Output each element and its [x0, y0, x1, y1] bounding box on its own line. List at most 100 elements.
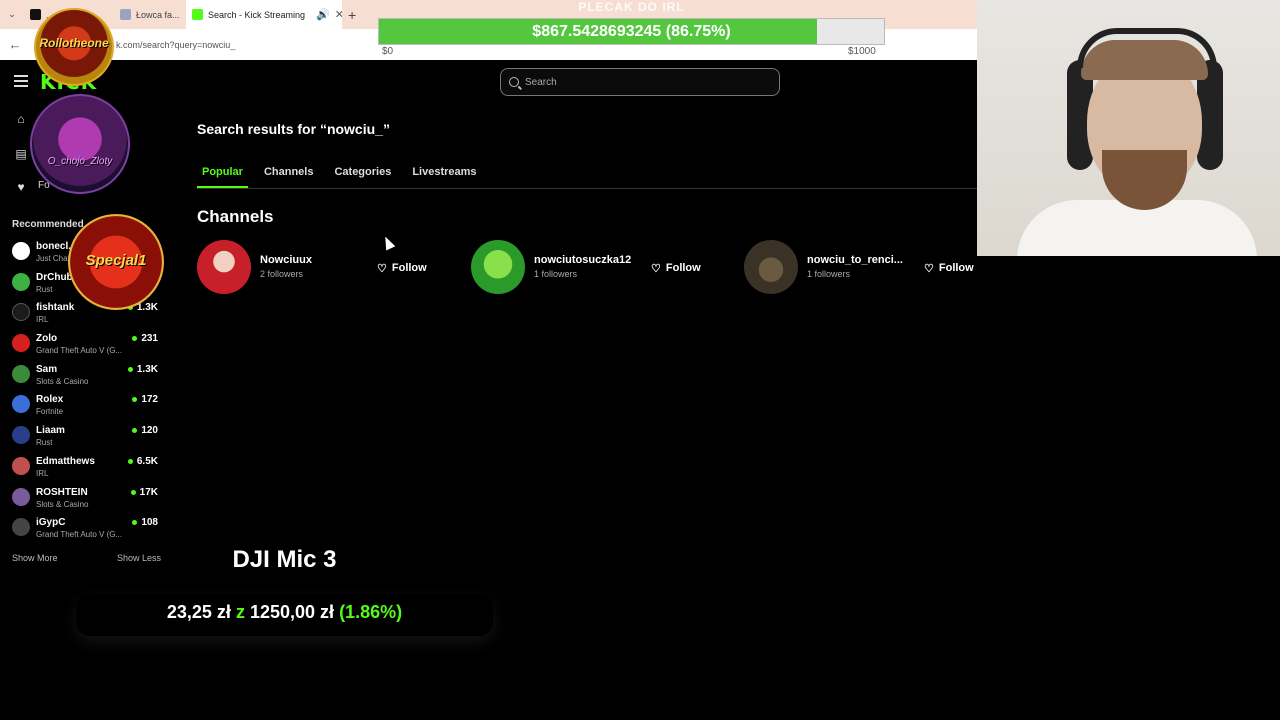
- avatar: [12, 518, 30, 537]
- sidebar-channel[interactable]: Edmatthews IRL 6.5K: [10, 453, 160, 484]
- new-tab-button[interactable]: +: [342, 0, 362, 29]
- viewer-number: 6.5K: [136, 455, 158, 467]
- speaker-icon[interactable]: 🔊: [316, 8, 330, 21]
- sidebar-channel[interactable]: Rolex Fortnite 172: [10, 391, 160, 422]
- goal-title: PLECAK DO IRL: [578, 0, 685, 14]
- sidebar-channel[interactable]: ROSHTEIN Slots & Casino 17K: [10, 484, 160, 515]
- tab-list-button[interactable]: ⌄: [0, 0, 24, 29]
- url-field[interactable]: k.com/search?query=nowciu_: [116, 40, 235, 50]
- live-dot-icon: [132, 520, 138, 526]
- avatar: [12, 426, 30, 445]
- tab-channels[interactable]: Channels: [259, 164, 319, 188]
- follow-button[interactable]: ♡ Follow: [377, 259, 427, 277]
- channel-name[interactable]: Nowciuux: [260, 254, 312, 266]
- heart-icon[interactable]: ♥: [14, 180, 28, 194]
- follow-button[interactable]: ♡ Follow: [924, 259, 974, 277]
- avatar: [12, 303, 30, 322]
- x-logo-icon: [30, 9, 41, 20]
- sidebar-channel[interactable]: iGypC Grand Theft Auto V (G... 108: [10, 514, 160, 545]
- goal-max-label: $1000: [848, 46, 876, 57]
- channel-name[interactable]: nowciutosuczka12: [534, 254, 631, 266]
- search-input[interactable]: [525, 76, 765, 88]
- goal-amount: $867.5428693245 (86.75%): [532, 23, 731, 40]
- live-dot-icon: [132, 397, 138, 403]
- live-dot-icon: [127, 366, 133, 372]
- badge-text: Specjal1: [85, 252, 147, 269]
- sidebar-channel[interactable]: Zolo Grand Theft Auto V (G... 231: [10, 330, 160, 361]
- tab-livestreams[interactable]: Livestreams: [407, 164, 481, 188]
- follower-count: 1 followers: [807, 269, 851, 279]
- avatar[interactable]: [197, 240, 251, 294]
- live-dot-icon: [130, 489, 136, 495]
- avatar[interactable]: [471, 240, 525, 294]
- viewer-number: 1.3K: [136, 302, 158, 314]
- channel-category: Slots & Casino: [36, 376, 89, 386]
- live-dot-icon: [127, 458, 133, 464]
- kick-icon: [192, 9, 203, 20]
- page-icon: [120, 9, 131, 20]
- sidebar-channel[interactable]: Sam Slots & Casino 1.3K: [10, 361, 160, 392]
- channel-name[interactable]: nowciu_to_renci...: [807, 254, 903, 266]
- viewer-number: 231: [141, 333, 158, 345]
- follow-label: Follow: [665, 262, 701, 274]
- browse-icon[interactable]: ▤: [14, 147, 28, 161]
- home-icon[interactable]: ⌂: [14, 112, 28, 126]
- heart-icon: ♡: [924, 262, 934, 275]
- channel-category: IRL: [36, 468, 49, 478]
- sidebar-channel[interactable]: Liaam Rust 120: [10, 422, 160, 453]
- viewer-count: 6.5K: [127, 455, 158, 467]
- menu-icon[interactable]: [14, 75, 28, 87]
- channel-result[interactable]: nowciu_to_renci... 1 followers ♡ Follow: [744, 240, 1014, 296]
- live-dot-icon: [132, 336, 138, 342]
- rollotheone-badge: Rollotheone: [34, 8, 114, 86]
- tab-categories[interactable]: Categories: [329, 164, 396, 188]
- show-more-button[interactable]: Show More: [12, 553, 58, 563]
- channel-result[interactable]: nowciutosuczka12 1 followers ♡ Follow: [471, 240, 741, 296]
- dji-goal-bar: 23,25 zł z 1250,00 zł (1.86%): [76, 594, 493, 636]
- tab-popular[interactable]: Popular: [197, 164, 248, 188]
- avatar: [12, 242, 30, 260]
- recommended-title: Recommended: [12, 219, 84, 230]
- dji-target: 1250,00 zł: [249, 602, 335, 622]
- page-title: Search results for “nowciu_”: [197, 121, 390, 137]
- channel-result[interactable]: Nowciuux 2 followers ♡ Follow: [197, 240, 467, 296]
- back-arrow-icon[interactable]: ←: [0, 37, 30, 52]
- channel-name: ROSHTEIN: [36, 486, 88, 498]
- avatar: [12, 334, 30, 353]
- channel-name: Sam: [36, 363, 58, 375]
- avatar: [12, 456, 30, 475]
- goal-progress-bar: $867.5428693245 (86.75%): [378, 18, 885, 45]
- search-icon: [509, 77, 519, 87]
- dji-percent: (1.86%): [339, 602, 403, 622]
- browser-tab-kick[interactable]: Search - Kick Streaming 🔊 ✕: [186, 0, 342, 29]
- goal-min-label: $0: [382, 46, 394, 57]
- follow-label: Follow: [391, 262, 427, 274]
- viewer-number: 172: [141, 394, 158, 406]
- close-icon[interactable]: ✕: [335, 8, 342, 21]
- dji-goal-title: DJI Mic 3: [232, 546, 337, 573]
- webcam-feed: [977, 0, 1280, 256]
- dji-current: 23,25 zł: [166, 602, 231, 622]
- screen: ⌄ ... Łowca fa... ✕ Search - Kick Stream…: [0, 0, 1280, 720]
- search-bar[interactable]: [500, 68, 780, 96]
- channel-category: Rust: [36, 438, 53, 448]
- dji-goal-text: 23,25 zł z 1250,00 zł (1.86%): [76, 602, 493, 623]
- tab-label: Search - Kick Streaming: [208, 9, 306, 20]
- channel-category: Fortnite: [36, 407, 64, 417]
- follower-count: 1 followers: [534, 269, 578, 279]
- channel-category: Slots & Casino: [36, 499, 89, 509]
- avatar[interactable]: [744, 240, 798, 294]
- avatar: [12, 395, 30, 414]
- specjal-badge: Specjal1: [68, 214, 164, 310]
- avatar: [12, 272, 30, 291]
- viewer-count: 17K: [130, 487, 158, 498]
- channel-name: Edmatthews: [36, 455, 95, 467]
- viewer-number: 108: [141, 517, 158, 529]
- viewer-count: 108: [132, 517, 158, 528]
- browser-tab-lowca[interactable]: Łowca fa... ✕: [114, 0, 186, 29]
- dji-separator: z: [235, 602, 245, 622]
- follow-button[interactable]: ♡ Follow: [651, 259, 701, 277]
- channel-category: IRL: [36, 315, 49, 325]
- live-dot-icon: [132, 428, 138, 434]
- avatar: [12, 487, 30, 506]
